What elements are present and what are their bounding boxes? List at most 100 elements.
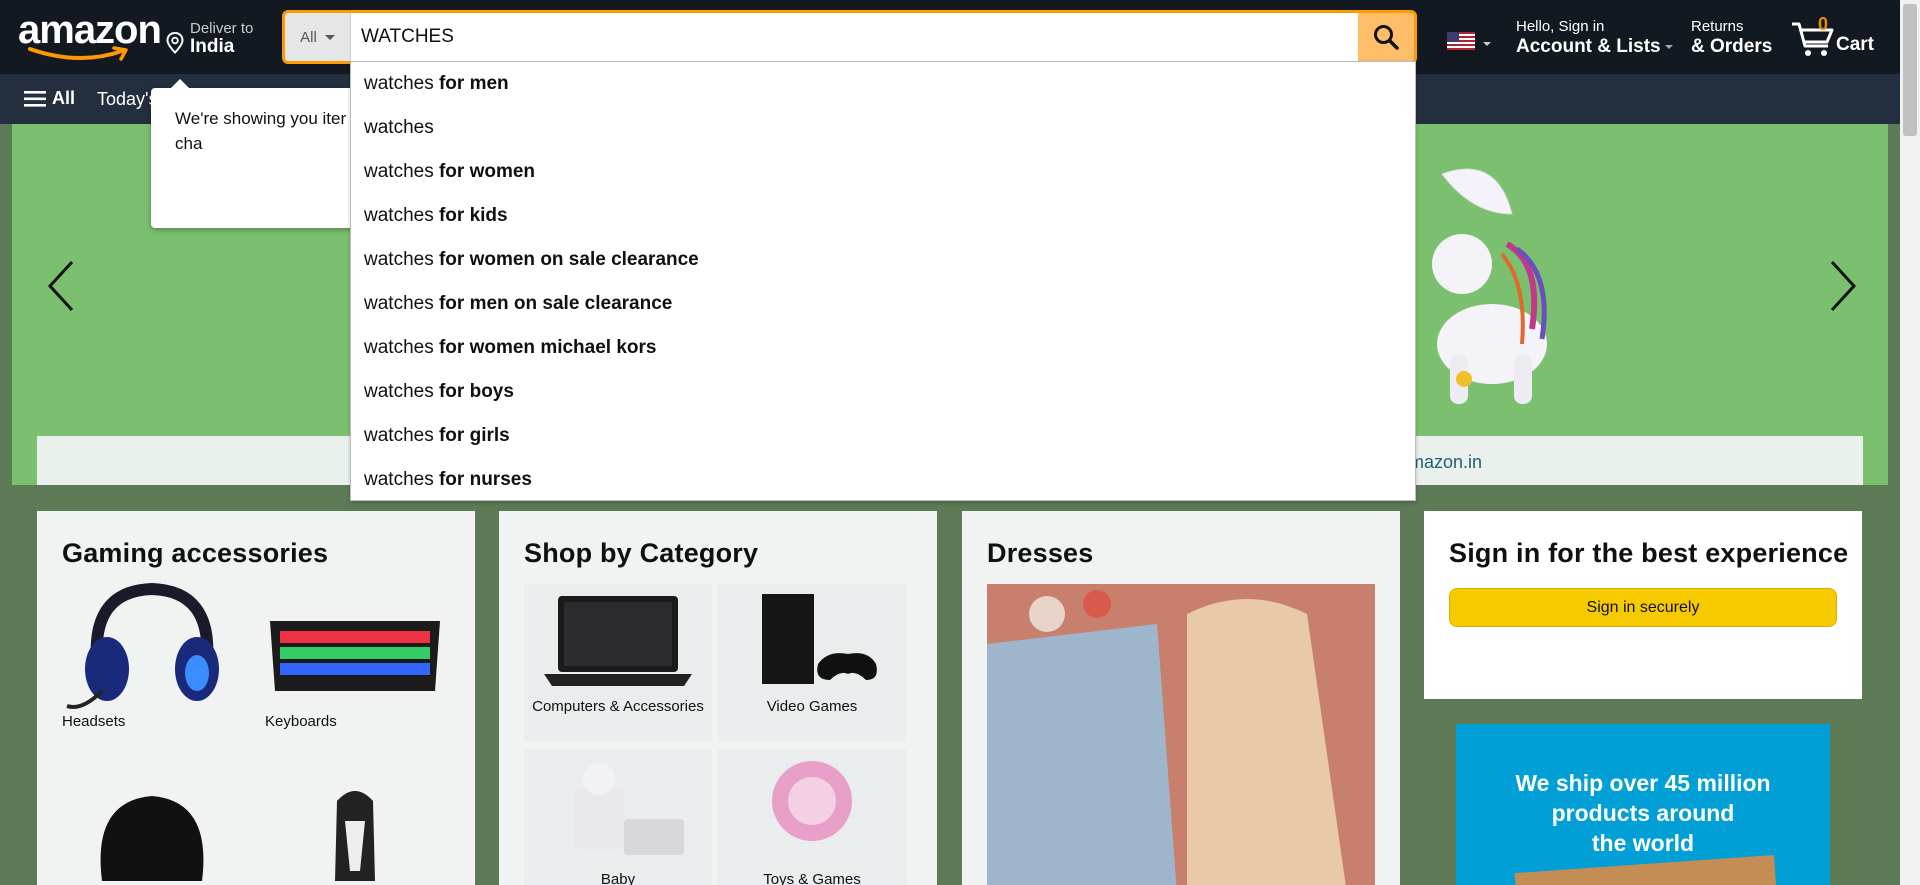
- search-suggestions-dropdown: watches for men watches watches for wome…: [350, 61, 1416, 501]
- headset-image: [66, 582, 219, 709]
- suggestion-suffix: for kids: [433, 205, 508, 226]
- cart-button[interactable]: 0 Cart: [1790, 14, 1886, 58]
- hero-image: [1432, 168, 1547, 404]
- suggestion-item[interactable]: watches for men on sale clearance: [351, 282, 1415, 326]
- suggestion-prefix: watches: [364, 337, 434, 358]
- search-bar: All: [282, 10, 1417, 64]
- suggestion-suffix: for women on sale clearance: [433, 249, 699, 270]
- all-menu-button[interactable]: All: [24, 88, 75, 109]
- sign-in-securely-button[interactable]: Sign in securely: [1449, 588, 1837, 627]
- tile-caption: Baby: [600, 871, 636, 885]
- cart-count: 0: [1818, 14, 1829, 34]
- cart-label: Cart: [1836, 34, 1875, 55]
- cart-icon: [1792, 22, 1834, 56]
- ship-banner-line: the world: [1591, 830, 1695, 856]
- tile-computers-accessories[interactable]: Computers & Accessories: [524, 584, 712, 742]
- ship-worldwide-banner[interactable]: We ship over 45 million products around …: [1456, 724, 1830, 885]
- logo-smile-icon: [28, 46, 128, 61]
- tile-caption: Headsets: [62, 713, 126, 730]
- search-button[interactable]: [1358, 13, 1414, 61]
- console-image: [762, 594, 877, 684]
- language-selector[interactable]: [1447, 30, 1493, 52]
- mouse-image: [100, 796, 204, 881]
- intl-strip-text: mazon.in: [1409, 452, 1483, 472]
- account-label: Account & Lists: [1516, 36, 1661, 57]
- us-flag-icon: [1447, 32, 1491, 50]
- suggestion-item[interactable]: watches for nurses: [351, 458, 1415, 502]
- scrollbar-thumb[interactable]: [1903, 4, 1917, 136]
- deliver-location: India: [190, 36, 235, 57]
- baby-monitor-image: [574, 763, 684, 855]
- card-title: Gaming accessories: [62, 538, 329, 568]
- tile-video-games[interactable]: Video Games: [718, 584, 906, 742]
- suggestion-item[interactable]: watches for women on sale clearance: [351, 238, 1415, 282]
- ship-banner-text: We ship over 45 million products around …: [1456, 768, 1830, 858]
- suggestion-suffix: for men on sale clearance: [433, 293, 673, 314]
- returns-orders[interactable]: Returns & Orders: [1691, 18, 1772, 58]
- suggestion-prefix: watches: [364, 161, 434, 182]
- ship-banner-line: products around: [1551, 800, 1735, 826]
- tile-caption: Computers & Accessories: [532, 698, 704, 715]
- tile-baby[interactable]: Baby: [524, 749, 712, 885]
- tile-keyboards[interactable]: Keyboards: [265, 581, 445, 731]
- search-category-label: All: [300, 28, 317, 46]
- chevron-left-icon[interactable]: [42, 256, 82, 316]
- suggestion-prefix: watches: [364, 249, 434, 270]
- suggestion-prefix: watches: [364, 425, 434, 446]
- chair-image: [335, 791, 375, 881]
- suggestion-item[interactable]: watches for women michael kors: [351, 326, 1415, 370]
- orders-label: & Orders: [1691, 36, 1773, 57]
- suggestion-prefix: watches: [364, 117, 434, 138]
- suggestion-item[interactable]: watches for kids: [351, 194, 1415, 238]
- card-title: Shop by Category: [524, 538, 759, 568]
- chevron-right-icon[interactable]: [1822, 256, 1862, 316]
- account-greeting: Hello, Sign in: [1516, 18, 1605, 35]
- suggestion-prefix: watches: [364, 205, 434, 226]
- deliver-label: Deliver to: [190, 20, 254, 37]
- tile-mouse[interactable]: [62, 761, 242, 881]
- search-category-select[interactable]: All: [285, 13, 351, 61]
- search-input[interactable]: [351, 13, 1351, 61]
- search-icon: [1374, 25, 1399, 50]
- toy-ball-image: [772, 761, 852, 841]
- card-dresses: Dresses: [962, 511, 1400, 885]
- nav-todays-deals[interactable]: Today's: [97, 89, 157, 110]
- suggestion-suffix: for women michael kors: [433, 337, 657, 358]
- caret-down-icon: [1664, 44, 1673, 49]
- suggestion-suffix: for boys: [433, 381, 514, 402]
- tile-toys-games[interactable]: Toys & Games: [718, 749, 906, 885]
- page-scrollbar[interactable]: [1900, 0, 1920, 885]
- suggestion-prefix: watches: [364, 293, 434, 314]
- tile-caption: Video Games: [766, 698, 858, 715]
- caret-down-icon: [324, 34, 335, 40]
- suggestion-suffix: for women: [433, 161, 536, 182]
- suggestion-prefix: watches: [364, 381, 434, 402]
- suggestion-prefix: watches: [364, 469, 434, 490]
- card-title: Sign in for the best experience: [1449, 538, 1849, 568]
- card-shop-by-category: Shop by Category Computers & Accessories…: [499, 511, 937, 885]
- tile-caption: Keyboards: [265, 713, 337, 730]
- shipping-box-image: [1514, 854, 1778, 885]
- tile-caption: Toys & Games: [763, 871, 861, 885]
- card-sign-in: Sign in for the best experience Sign in …: [1424, 511, 1862, 699]
- keyboard-image: [270, 621, 440, 691]
- suggestion-item[interactable]: watches for girls: [351, 414, 1415, 458]
- suggestion-suffix: for girls: [433, 425, 510, 446]
- dresses-image[interactable]: [987, 584, 1375, 885]
- suggestion-item[interactable]: watches for men: [351, 62, 1415, 106]
- ship-banner-line: We ship over 45 million: [1515, 770, 1771, 796]
- suggestion-item[interactable]: watches for boys: [351, 370, 1415, 414]
- suggestion-suffix: for nurses: [433, 469, 532, 490]
- tile-headsets[interactable]: Headsets: [62, 581, 242, 731]
- returns-label: Returns: [1691, 18, 1744, 35]
- suggestion-prefix: watches: [364, 73, 434, 94]
- hamburger-icon: [24, 90, 46, 107]
- all-label: All: [52, 88, 76, 108]
- amazon-logo[interactable]: amazon: [18, 10, 162, 62]
- account-menu[interactable]: Hello, Sign in Account & Lists: [1516, 18, 1673, 58]
- tile-chairs[interactable]: [265, 761, 445, 881]
- card-title: Dresses: [987, 538, 1094, 568]
- suggestion-item[interactable]: watches: [351, 106, 1415, 150]
- suggestion-item[interactable]: watches for women: [351, 150, 1415, 194]
- laptop-image: [544, 596, 692, 686]
